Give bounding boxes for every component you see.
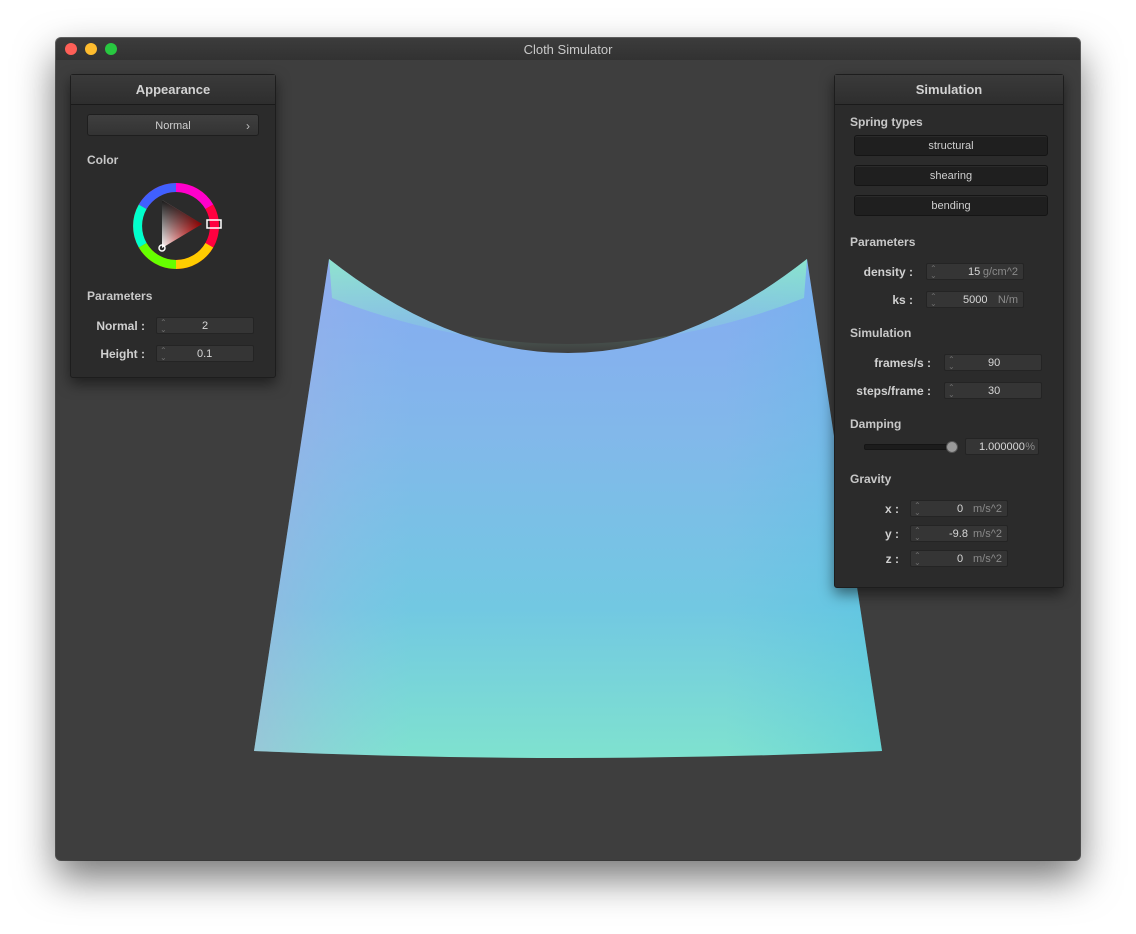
gravity-x-field[interactable]: ⌃ ⌄ 0 m/s^2 [910, 500, 1008, 517]
gravity-z-label: z : [885, 552, 899, 566]
ks-field[interactable]: ⌃ ⌄ 5000 N/m [926, 291, 1024, 308]
height-field[interactable]: ⌃ ⌄ 0.1 [156, 345, 254, 362]
damping-value: 1.000000 [979, 441, 1025, 453]
normal-value: 2 [202, 320, 209, 332]
gravity-y-value: -9.8 [949, 528, 968, 540]
ks-label: ks : [892, 293, 913, 307]
stepper-icon[interactable]: ⌃ ⌄ [914, 502, 921, 517]
color-wheel[interactable] [129, 179, 223, 273]
appearance-panel: Appearance Normal › Color Parameters Nor… [70, 74, 276, 378]
stepper-icon[interactable]: ⌃ ⌄ [930, 265, 937, 280]
density-field[interactable]: ⌃ ⌄ 15 g/cm^2 [926, 263, 1024, 280]
sim-parameters-label: Parameters [850, 235, 916, 249]
structural-button[interactable]: structural [854, 135, 1048, 156]
window-title: Cloth Simulator [523, 42, 613, 57]
shader-select-label: Normal [155, 120, 191, 132]
shader-select[interactable]: Normal › [87, 114, 259, 136]
gravity-x-unit: m/s^2 [973, 503, 1002, 515]
stepper-icon[interactable]: ⌃ ⌄ [930, 293, 937, 308]
steps-value: 30 [988, 385, 1001, 397]
height-label: Height : [100, 347, 145, 361]
3d-viewport[interactable]: Appearance Normal › Color Parameters Nor… [56, 60, 1080, 860]
density-label: density : [863, 265, 913, 279]
gravity-x-label: x : [884, 502, 899, 516]
simulation-panel-title: Simulation [835, 75, 1063, 105]
fps-field[interactable]: ⌃ ⌄ 90 [944, 354, 1042, 371]
ks-unit: N/m [997, 294, 1018, 306]
stepper-icon[interactable]: ⌃ ⌄ [914, 552, 921, 567]
density-unit: g/cm^2 [982, 266, 1018, 278]
fps-label: frames/s : [874, 356, 931, 370]
shearing-button[interactable]: shearing [854, 165, 1048, 186]
chevron-right-icon: › [246, 119, 250, 133]
bending-button[interactable]: bending [854, 195, 1048, 216]
appearance-panel-title: Appearance [71, 75, 275, 105]
height-value: 0.1 [197, 348, 213, 360]
gravity-x-value: 0 [957, 503, 964, 515]
simulation-panel: Simulation Spring types structural shear… [834, 74, 1064, 588]
gravity-z-value: 0 [957, 553, 964, 565]
stepper-icon[interactable]: ⌃ ⌄ [948, 384, 955, 399]
damping-label: Damping [850, 417, 902, 431]
damping-field[interactable]: 1.000000 % [965, 438, 1039, 455]
steps-field[interactable]: ⌃ ⌄ 30 [944, 382, 1042, 399]
color-section-label: Color [87, 153, 119, 167]
spring-types-label: Spring types [850, 115, 923, 129]
app-window: Cloth Simulator Appearance Normal › Colo… [56, 38, 1080, 860]
simulation-section-label: Simulation [850, 326, 912, 340]
appearance-parameters-label: Parameters [87, 289, 153, 303]
gravity-y-label: y : [884, 527, 899, 541]
stepper-icon[interactable]: ⌃ ⌄ [160, 319, 167, 334]
stepper-icon[interactable]: ⌃ ⌄ [914, 527, 921, 542]
gravity-label: Gravity [850, 472, 892, 486]
gravity-y-unit: m/s^2 [973, 528, 1002, 540]
gravity-y-field[interactable]: ⌃ ⌄ -9.8 m/s^2 [910, 525, 1008, 542]
stepper-icon[interactable]: ⌃ ⌄ [948, 356, 955, 371]
normal-label: Normal : [96, 319, 145, 333]
gravity-z-unit: m/s^2 [973, 553, 1002, 565]
damping-slider[interactable] [864, 444, 956, 450]
normal-field[interactable]: ⌃ ⌄ 2 [156, 317, 254, 334]
fps-value: 90 [988, 357, 1001, 369]
damping-slider-knob[interactable] [946, 441, 958, 453]
ks-value: 5000 [963, 294, 988, 306]
title-bar[interactable]: Cloth Simulator [56, 38, 1080, 61]
stepper-icon[interactable]: ⌃ ⌄ [160, 347, 167, 362]
gravity-z-field[interactable]: ⌃ ⌄ 0 m/s^2 [910, 550, 1008, 567]
damping-unit: % [1025, 441, 1035, 453]
density-value: 15 [968, 266, 981, 278]
steps-label: steps/frame : [856, 384, 931, 398]
